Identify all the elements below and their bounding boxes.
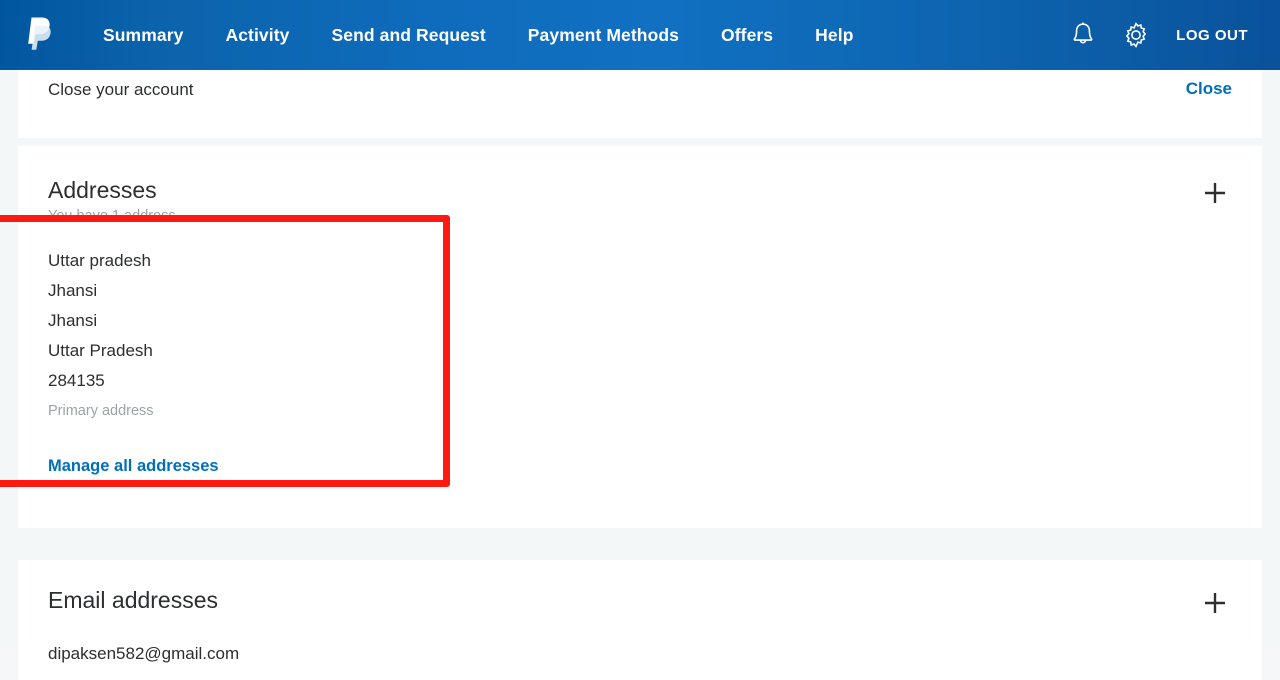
bell-icon[interactable] [1070,21,1096,49]
addresses-card-header: Addresses You have 1 address. [48,176,1232,224]
addresses-subtitle: You have 1 address. [48,207,180,224]
nav-link-offers[interactable]: Offers [700,19,794,52]
nav-link-payment-methods[interactable]: Payment Methods [507,19,700,52]
email-addresses-card: Email addresses dipaksen582@gmail.com [18,560,1262,680]
primary-address-label: Primary address [48,402,154,419]
add-address-plus-icon[interactable] [1198,176,1232,210]
nav-link-send-and-request[interactable]: Send and Request [310,19,506,52]
address-line: 284135 [48,370,105,390]
nav-link-help[interactable]: Help [794,19,874,52]
nav-link-activity[interactable]: Activity [204,19,310,52]
email-addresses-title: Email addresses [48,587,219,613]
close-account-action-link[interactable]: Close [1186,79,1232,99]
email-address-value: dipaksen582@gmail.com [48,644,240,663]
addresses-title: Addresses [48,177,157,203]
paypal-logo-icon[interactable] [22,15,58,55]
addresses-title-group: Addresses You have 1 address. [48,176,180,224]
addresses-card: Addresses You have 1 address. Uttar prad… [18,146,1262,528]
address-line: Jhansi [48,280,98,300]
close-account-row[interactable]: Close your account Close [48,70,1232,108]
add-email-plus-icon[interactable] [1198,586,1232,620]
address-line: Jhansi [48,310,98,330]
logout-button[interactable]: LOG OUT [1176,27,1248,44]
page-content: Close your account Close Addresses You h… [0,70,1280,680]
nav-links: Summary Activity Send and Request Paymen… [82,19,874,52]
gear-icon[interactable] [1122,21,1150,49]
email-card-header: Email addresses [48,586,1232,620]
address-line: Uttar Pradesh [48,340,153,360]
address-detail-block: Uttar pradesh Jhansi Jhansi Uttar Prades… [48,246,1232,421]
settings-list-card: Close your account Close [18,70,1262,138]
address-line: Uttar pradesh [48,250,151,270]
close-account-label: Close your account [48,79,194,99]
nav-link-summary[interactable]: Summary [82,19,204,52]
manage-all-addresses-link[interactable]: Manage all addresses [48,457,219,476]
top-navbar: Summary Activity Send and Request Paymen… [0,0,1280,70]
nav-right-actions: LOG OUT [1070,21,1258,49]
